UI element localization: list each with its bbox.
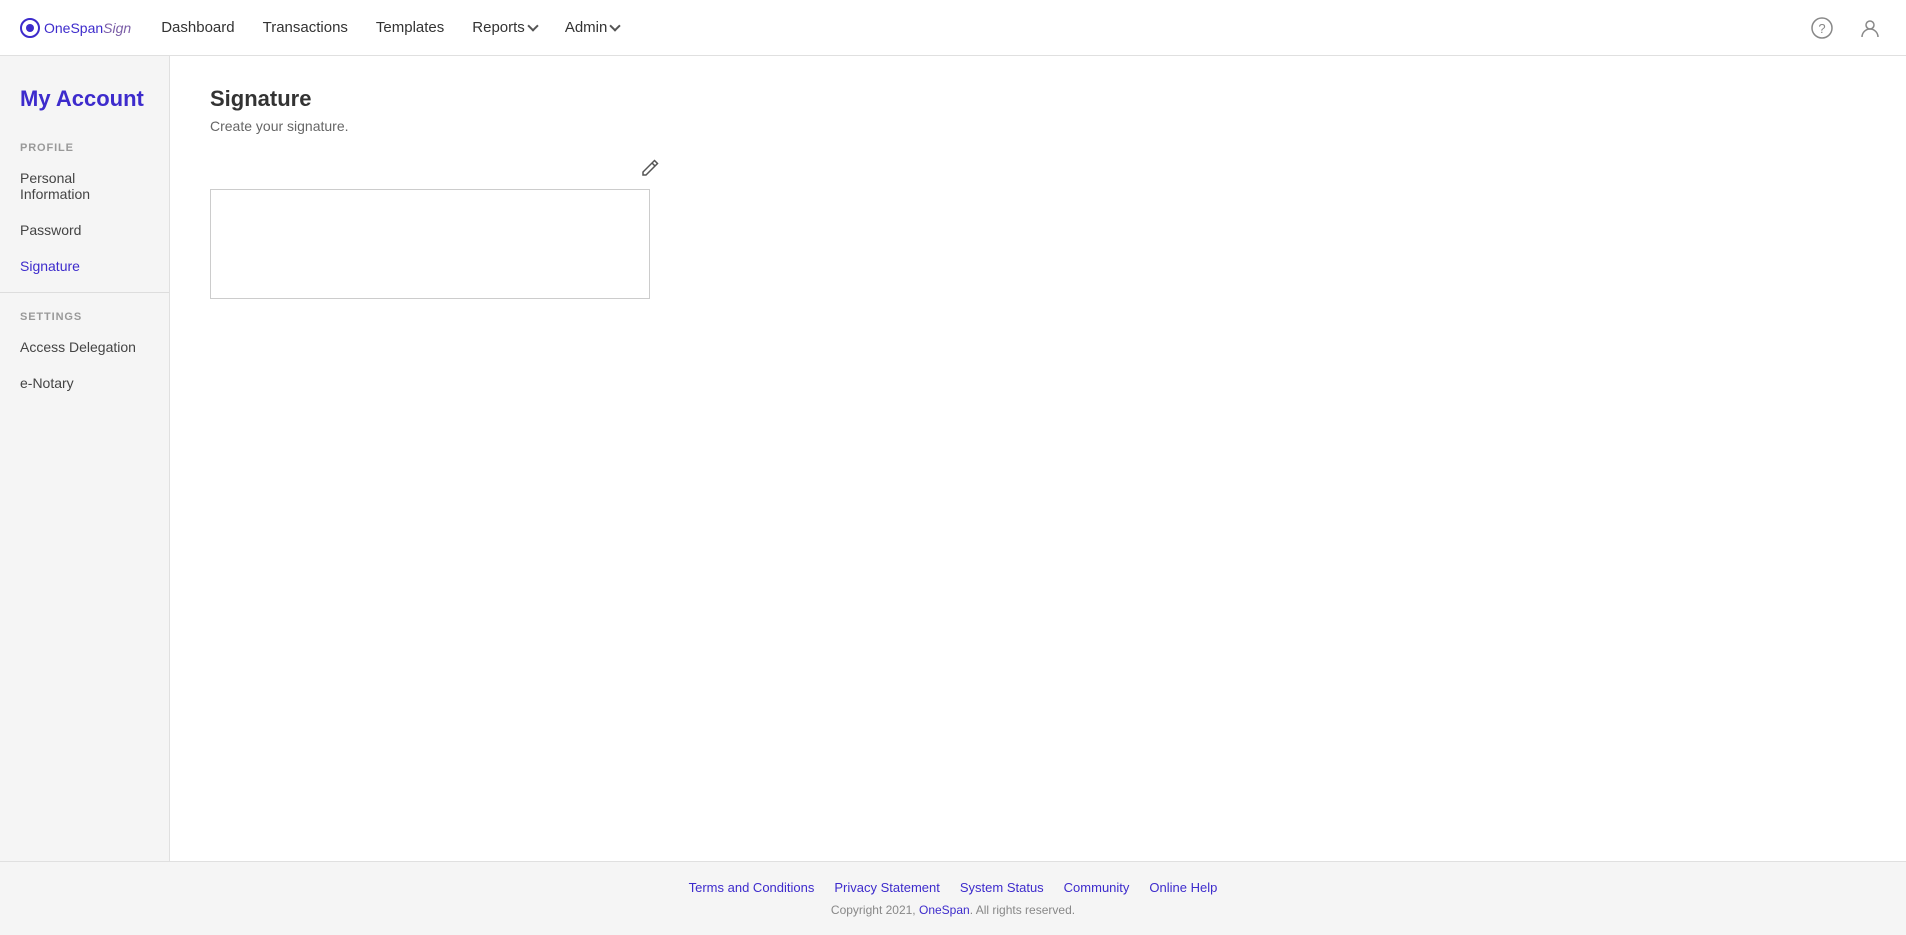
sidebar-item-access-delegation[interactable]: Access Delegation — [0, 329, 169, 365]
main-content: Signature Create your signature. — [170, 56, 1906, 861]
reports-chevron-icon — [527, 20, 538, 31]
footer-privacy-link[interactable]: Privacy Statement — [834, 880, 940, 895]
user-icon — [1859, 17, 1881, 39]
signature-edit-button[interactable] — [640, 158, 660, 183]
logo-icon — [20, 18, 40, 38]
footer-online-help-link[interactable]: Online Help — [1149, 880, 1217, 895]
footer-community-link[interactable]: Community — [1064, 880, 1130, 895]
help-icon: ? — [1811, 17, 1833, 39]
page-title: Signature — [210, 86, 1866, 112]
main-layout: My Account PROFILE Personal Information … — [0, 56, 1906, 861]
nav-reports[interactable]: Reports — [472, 19, 537, 36]
sidebar-item-password[interactable]: Password — [0, 212, 169, 248]
nav-icon-group: ? — [1806, 12, 1886, 44]
sidebar-settings-section: SETTINGS — [0, 301, 169, 329]
svg-text:?: ? — [1818, 21, 1825, 36]
sidebar-divider — [0, 292, 169, 293]
page-subtitle: Create your signature. — [210, 118, 1866, 134]
footer-onespan-brand: OneSpan — [919, 903, 970, 917]
pencil-icon — [640, 158, 660, 178]
footer-terms-link[interactable]: Terms and Conditions — [689, 880, 815, 895]
sidebar-item-personal-information[interactable]: Personal Information — [0, 160, 169, 212]
sidebar: My Account PROFILE Personal Information … — [0, 56, 170, 861]
signature-canvas[interactable] — [210, 189, 650, 299]
nav-transactions[interactable]: Transactions — [263, 19, 348, 36]
nav-dashboard[interactable]: Dashboard — [161, 19, 234, 36]
user-icon-button[interactable] — [1854, 12, 1886, 44]
help-icon-button[interactable]: ? — [1806, 12, 1838, 44]
topnav: OneSpanSign Dashboard Transactions Templ… — [0, 0, 1906, 56]
footer-system-status-link[interactable]: System Status — [960, 880, 1044, 895]
nav-links: Dashboard Transactions Templates Reports… — [161, 19, 1806, 36]
sidebar-my-account-title: My Account — [0, 76, 169, 132]
nav-admin[interactable]: Admin — [565, 19, 620, 36]
logo[interactable]: OneSpanSign — [20, 18, 131, 38]
sidebar-item-e-notary[interactable]: e-Notary — [0, 365, 169, 401]
admin-chevron-icon — [610, 20, 621, 31]
footer: Terms and Conditions Privacy Statement S… — [0, 861, 1906, 935]
sidebar-item-signature[interactable]: Signature — [0, 248, 169, 284]
sidebar-profile-section: PROFILE — [0, 132, 169, 160]
footer-copyright: Copyright 2021, OneSpan. All rights rese… — [18, 903, 1888, 917]
nav-templates[interactable]: Templates — [376, 19, 444, 36]
logo-sign-text: Sign — [103, 20, 131, 36]
footer-links: Terms and Conditions Privacy Statement S… — [18, 880, 1888, 895]
logo-onespan-text: OneSpan — [44, 20, 103, 36]
